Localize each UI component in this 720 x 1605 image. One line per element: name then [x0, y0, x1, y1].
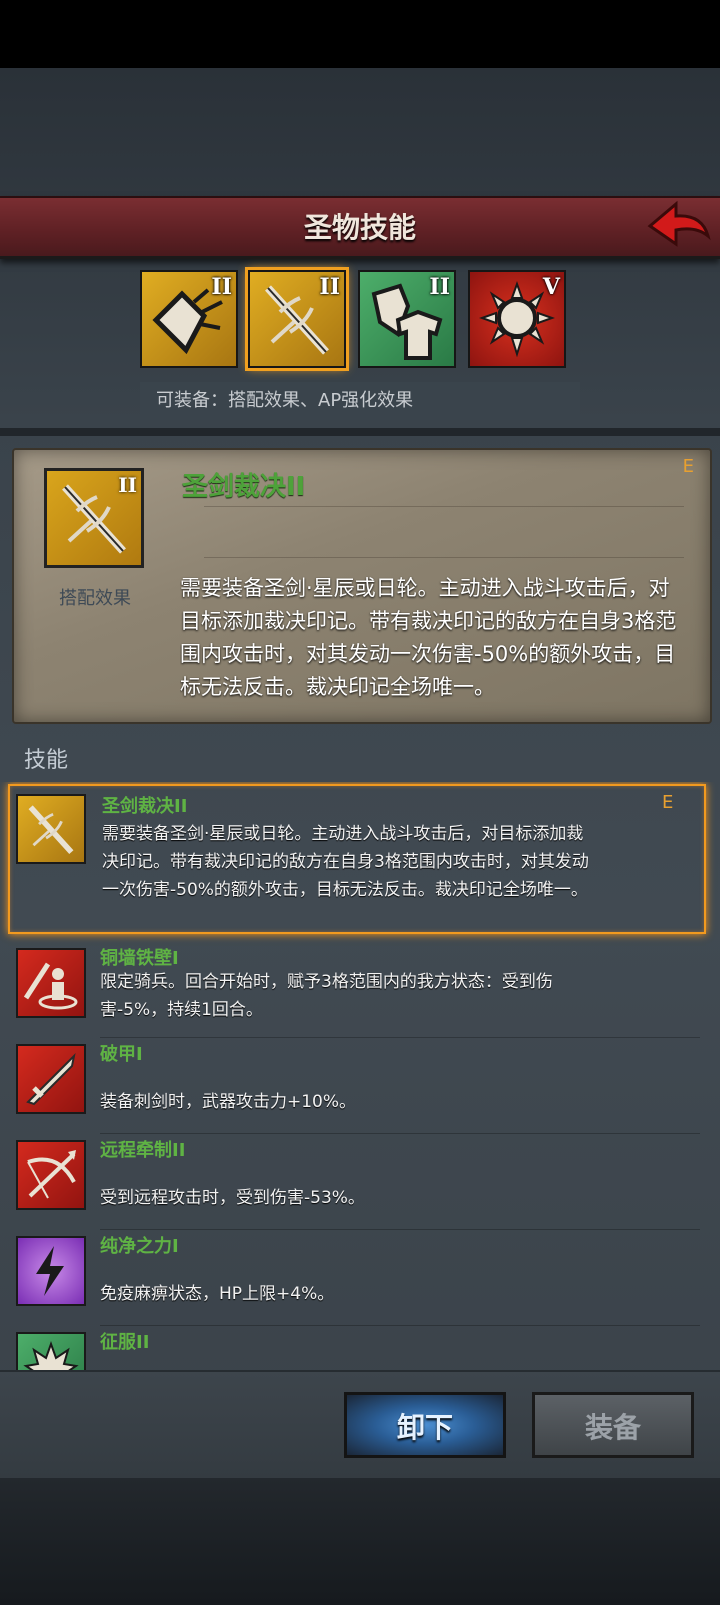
skill-description: 免疫麻痹状态，HP上限+4%。 [100, 1284, 335, 1304]
detail-description[interactable]: 需要装备圣剑·星辰或日轮。主动进入战斗攻击后，对目标添加裁决印记。带有裁决印记的… [180, 572, 680, 706]
skill-description: 受到远程攻击时，受到伤害-53%。 [100, 1188, 365, 1208]
relic-slot-3[interactable]: II [358, 270, 456, 368]
crossbow-icon [16, 1140, 86, 1210]
holy-sword-icon [16, 794, 86, 864]
equip-button[interactable]: 装备 [532, 1392, 694, 1458]
relic-slot-4[interactable]: V [468, 270, 566, 368]
burst-icon [16, 1332, 86, 1372]
skill-name: 圣剑裁决II [102, 796, 188, 817]
relic-slot-2[interactable]: II [245, 267, 349, 371]
detail-skill-name: 圣剑裁决II [182, 472, 306, 502]
skill-item[interactable]: 铜墙铁壁I 限定骑兵。回合开始时，赋予3格范围内的我方状态：受到伤害-5%，持续… [0, 942, 720, 1038]
skill-name: 破甲I [100, 1044, 143, 1065]
skill-name: 远程牵制II [100, 1140, 186, 1161]
equip-hint: 可装备：搭配效果、AP强化效果 [140, 382, 580, 420]
relic-level: II [211, 274, 232, 300]
relic-detail-panel: II 搭配效果 圣剑裁决II E 需要装备圣剑·星辰或日轮。主动进入战斗攻击后，… [12, 448, 712, 724]
skill-description: 需要装备圣剑·星辰或日轮。主动进入战斗攻击后，对目标添加裁决印记。带有裁决印记的… [102, 824, 589, 900]
skill-item[interactable]: 远程牵制II 受到远程攻击时，受到伤害-53%。 [0, 1134, 720, 1230]
skill-item-selected[interactable]: 圣剑裁决II E 需要装备圣剑·星辰或日轮。主动进入战斗攻击后，对目标添加裁决印… [8, 784, 706, 934]
detail-rank: E [682, 456, 694, 477]
relic-level: V [542, 274, 560, 300]
detail-icon-level: II [118, 473, 137, 497]
divider [0, 428, 720, 436]
skill-name: 征服II [100, 1332, 150, 1353]
relic-slot-1[interactable]: II [140, 270, 238, 368]
skill-item[interactable]: 破甲I 装备刺剑时，武器攻击力+10%。 [0, 1038, 720, 1134]
status-bar [0, 0, 720, 68]
relic-level: II [319, 274, 340, 300]
relic-level: II [429, 274, 450, 300]
detail-lines [204, 506, 684, 558]
skill-name: 纯净之力I [100, 1236, 179, 1257]
skill-item[interactable]: 征服II [0, 1326, 720, 1372]
unequip-button[interactable]: 卸下 [344, 1392, 506, 1458]
skills-section-title: 技能 [24, 748, 69, 773]
skill-item[interactable]: 纯净之力I 免疫麻痹状态，HP上限+4%。 [0, 1230, 720, 1326]
bottom-area [0, 1478, 720, 1605]
skill-rank: E [662, 792, 674, 813]
sword-icon [16, 1044, 86, 1114]
detail-sub-label: 搭配效果 [59, 588, 131, 609]
back-arrow-icon[interactable] [646, 200, 712, 250]
skill-name: 铜墙铁壁I [100, 948, 179, 969]
skill-list[interactable]: 圣剑裁决II E 需要装备圣剑·星辰或日轮。主动进入战斗攻击后，对目标添加裁决印… [0, 782, 720, 1372]
skill-description: 装备刺剑时，武器攻击力+10%。 [100, 1092, 357, 1112]
page-title: 圣物技能 [303, 211, 416, 244]
holy-sword-icon: II [44, 468, 144, 568]
skill-description: 限定骑兵。回合开始时，赋予3格范围内的我方状态：受到伤害-5%，持续1回合。 [100, 972, 553, 1020]
lightning-icon [16, 1236, 86, 1306]
knight-aura-icon [16, 948, 86, 1018]
